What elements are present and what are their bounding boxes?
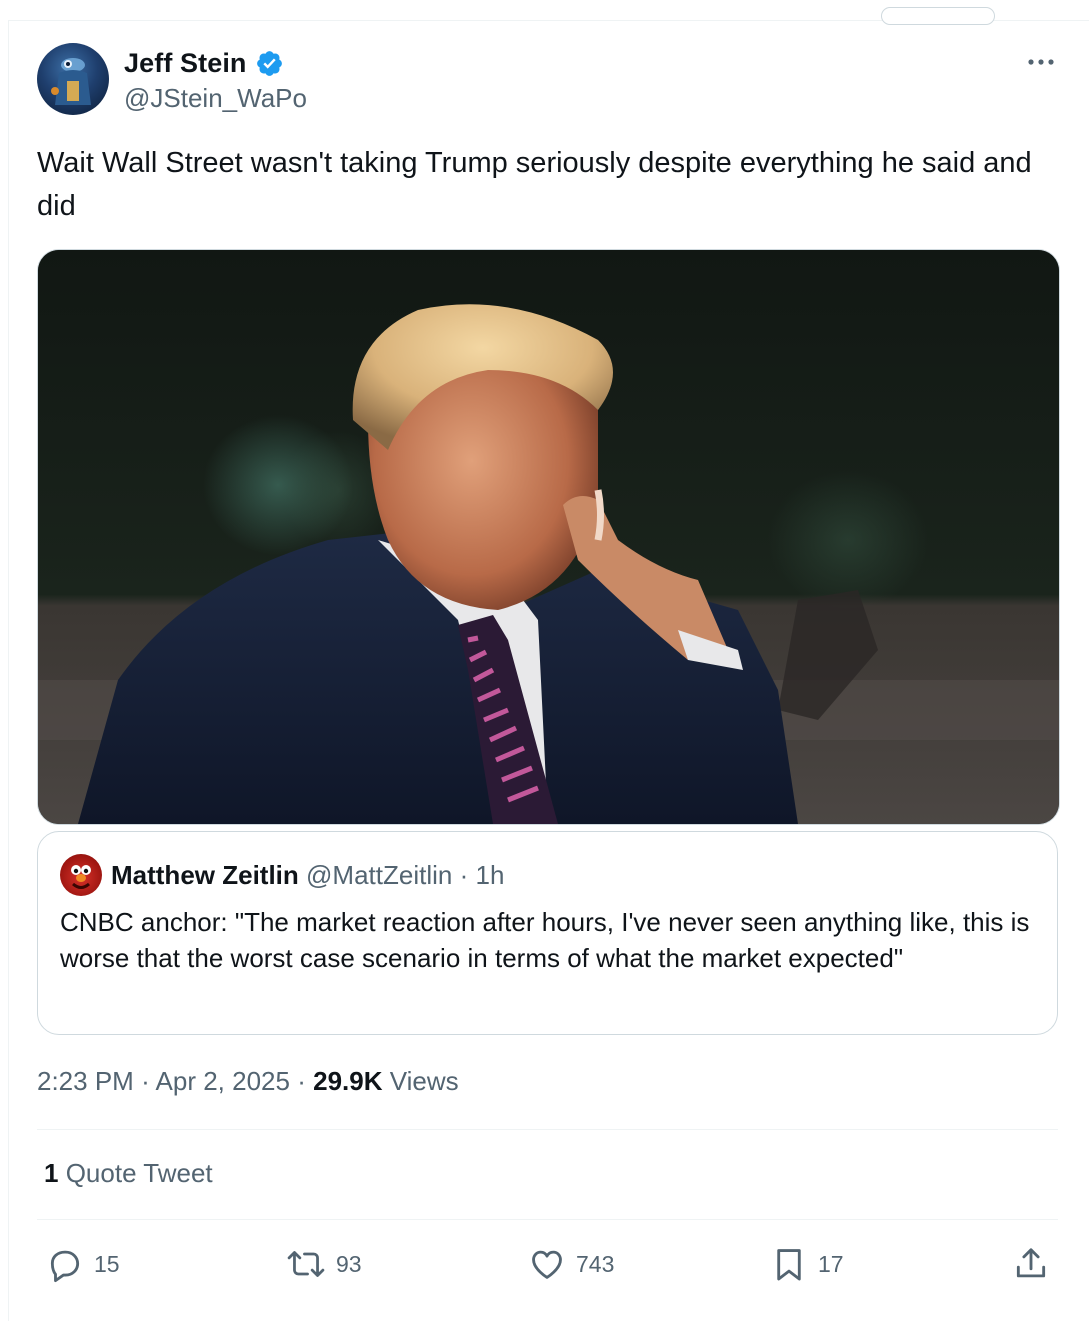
views-label: Views <box>389 1066 459 1096</box>
more-icon[interactable] <box>1025 50 1057 74</box>
elmo-avatar-icon <box>71 865 91 889</box>
quoted-tweet-header: Matthew Zeitlin @MattZeitlin · 1h <box>111 860 504 891</box>
top-pill-button[interactable] <box>881 7 995 25</box>
avatar-illustration <box>51 58 91 105</box>
like-button[interactable]: 743 <box>528 1240 614 1288</box>
like-count: 743 <box>576 1250 615 1277</box>
share-icon <box>1016 1248 1046 1278</box>
author-name-row: Jeff Stein <box>124 46 284 80</box>
action-bar: 15 93 743 17 <box>0 1240 1089 1288</box>
retweet-icon <box>287 1251 325 1277</box>
quote-tweets-count: 1 <box>44 1158 59 1188</box>
reply-count: 15 <box>94 1250 120 1277</box>
quoted-author-avatar <box>60 854 102 896</box>
quote-tweets-label: Quote Tweet <box>65 1158 213 1188</box>
bookmark-icon <box>777 1249 801 1281</box>
bookmark-count: 17 <box>818 1250 844 1277</box>
retweet-count: 93 <box>336 1250 362 1277</box>
tweet-photo[interactable] <box>37 249 1060 825</box>
divider <box>37 1129 1058 1130</box>
reply-icon <box>50 1250 80 1283</box>
author-name[interactable]: Jeff Stein <box>124 48 247 79</box>
share-button[interactable] <box>1012 1240 1050 1288</box>
retweet-button[interactable]: 93 <box>286 1240 362 1288</box>
meta-separator: · <box>141 1066 150 1096</box>
tweet-meta: 2:23 PM · Apr 2, 2025 · 29.9K Views <box>37 1066 459 1097</box>
quoted-time[interactable]: 1h <box>475 860 504 890</box>
views-count: 29.9K <box>313 1066 383 1096</box>
verified-badge-icon <box>256 50 282 76</box>
heart-icon <box>532 1250 562 1279</box>
tweet-text: Wait Wall Street wasn't taking Trump ser… <box>37 147 1032 222</box>
divider <box>37 1219 1058 1220</box>
reply-button[interactable]: 15 <box>46 1240 120 1288</box>
quoted-tweet-card[interactable]: Matthew Zeitlin @MattZeitlin · 1h CNBC a… <box>37 831 1058 1035</box>
quoted-author-name[interactable]: Matthew Zeitlin <box>111 860 299 890</box>
quote-tweets-link[interactable]: 1 Quote Tweet <box>44 1158 213 1189</box>
author-avatar[interactable] <box>37 43 109 115</box>
bookmark-button[interactable]: 17 <box>770 1240 844 1288</box>
author-handle[interactable]: @JStein_WaPo <box>124 83 307 114</box>
tweet-date[interactable]: Apr 2, 2025 <box>156 1066 290 1096</box>
quoted-author-handle[interactable]: @MattZeitlin <box>306 860 452 890</box>
photo-illustration <box>38 250 1059 824</box>
meta-separator: · <box>297 1066 306 1096</box>
quoted-tweet-text: CNBC anchor: "The market reaction after … <box>60 907 1030 973</box>
quoted-separator: · <box>459 860 469 890</box>
tweet-time[interactable]: 2:23 PM <box>37 1066 134 1096</box>
